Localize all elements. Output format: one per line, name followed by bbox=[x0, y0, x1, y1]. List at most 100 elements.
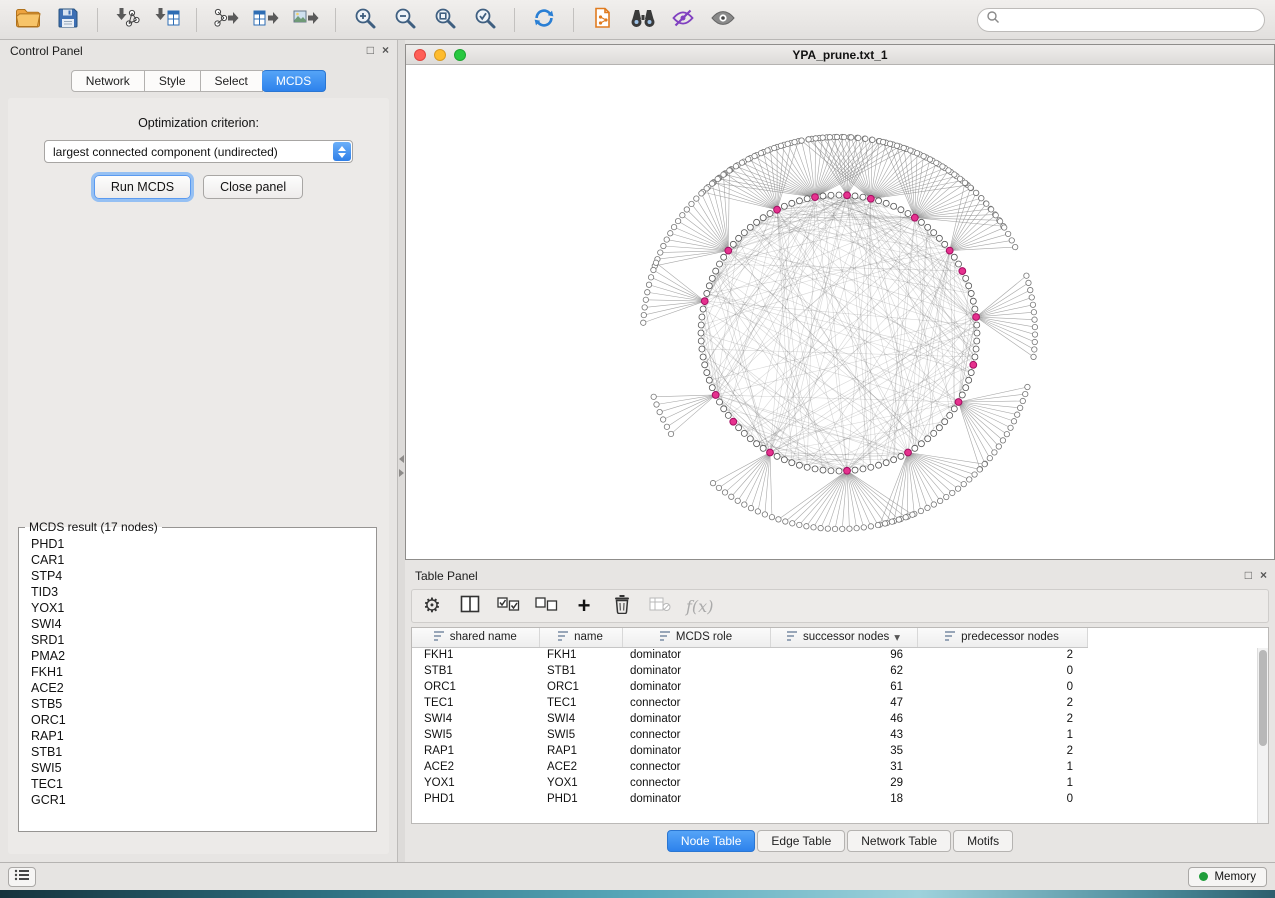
table-row[interactable]: ORC1ORC1dominator610 bbox=[412, 679, 1087, 695]
mcds-result-item[interactable]: SRD1 bbox=[31, 632, 376, 648]
control-panel-title: Control Panel bbox=[10, 44, 83, 58]
hide-selected-button[interactable] bbox=[665, 3, 701, 37]
tab-node-table[interactable]: Node Table bbox=[667, 830, 756, 852]
column-header-mcds-role[interactable]: MCDS role bbox=[622, 628, 770, 647]
network-canvas[interactable] bbox=[406, 65, 1274, 559]
table-scrollbar[interactable] bbox=[1257, 648, 1268, 823]
network-window-titlebar[interactable]: YPA_prune.txt_1 bbox=[406, 45, 1274, 65]
export-table-icon bbox=[253, 6, 279, 33]
task-history-button[interactable] bbox=[8, 867, 36, 887]
column-header-predecessor-nodes[interactable]: predecessor nodes bbox=[917, 628, 1087, 647]
mcds-result-list[interactable]: PHD1CAR1STP4TID3YOX1SWI4SRD1PMA2FKH1ACE2… bbox=[19, 534, 376, 831]
sort-icon bbox=[945, 631, 956, 644]
node-table: shared name name MCDS role successor nod… bbox=[412, 628, 1088, 807]
column-header-shared-name[interactable]: shared name bbox=[412, 628, 539, 647]
mcds-result-item[interactable]: GCR1 bbox=[31, 792, 376, 808]
table-row[interactable]: FKH1FKH1dominator962 bbox=[412, 647, 1087, 663]
open-folder-icon bbox=[15, 7, 41, 32]
float-icon[interactable]: □ bbox=[367, 42, 374, 58]
refresh-layout-button[interactable] bbox=[526, 3, 562, 37]
export-network-button[interactable] bbox=[208, 3, 244, 37]
export-table-button[interactable] bbox=[248, 3, 284, 37]
scrollbar-thumb[interactable] bbox=[1259, 650, 1267, 746]
tab-select[interactable]: Select bbox=[201, 70, 263, 92]
memory-button[interactable]: Memory bbox=[1188, 867, 1267, 887]
maximize-window-button[interactable] bbox=[454, 49, 466, 61]
mcds-result-item[interactable]: STB5 bbox=[31, 696, 376, 712]
tab-motifs[interactable]: Motifs bbox=[953, 830, 1013, 852]
save-session-button[interactable] bbox=[50, 3, 86, 37]
refresh-icon bbox=[531, 6, 557, 33]
mcds-result-item[interactable]: PHD1 bbox=[31, 536, 376, 552]
zoom-out-button[interactable] bbox=[387, 3, 423, 37]
sort-icon bbox=[787, 631, 798, 644]
mcds-result-item[interactable]: SWI4 bbox=[31, 616, 376, 632]
table-row[interactable]: ACE2ACE2connector311 bbox=[412, 759, 1087, 775]
zoom-selected-icon bbox=[473, 6, 497, 33]
add-column-button[interactable]: + bbox=[572, 592, 596, 620]
mcds-result-item[interactable]: TEC1 bbox=[31, 776, 376, 792]
tab-style[interactable]: Style bbox=[145, 70, 201, 92]
zoom-fit-button[interactable] bbox=[427, 3, 463, 37]
zoom-in-button[interactable] bbox=[347, 3, 383, 37]
mcds-result-item[interactable]: CAR1 bbox=[31, 552, 376, 568]
import-network-button[interactable] bbox=[109, 3, 145, 37]
tab-network[interactable]: Network bbox=[71, 70, 145, 92]
close-icon[interactable]: × bbox=[382, 42, 389, 58]
table-row[interactable]: STB1STB1dominator620 bbox=[412, 663, 1087, 679]
search-box[interactable] bbox=[977, 8, 1265, 32]
import-table-button[interactable] bbox=[149, 3, 185, 37]
table-row[interactable]: YOX1YOX1connector291 bbox=[412, 775, 1087, 791]
panel-splitter[interactable] bbox=[398, 40, 405, 862]
float-icon[interactable]: □ bbox=[1245, 567, 1252, 583]
open-session-button[interactable] bbox=[10, 3, 46, 37]
network-window-title: YPA_prune.txt_1 bbox=[792, 48, 887, 62]
status-bar: Memory bbox=[0, 862, 1275, 890]
table-row[interactable]: PHD1PHD1dominator180 bbox=[412, 791, 1087, 807]
column-header-name[interactable]: name bbox=[539, 628, 622, 647]
mcds-result-item[interactable]: RAP1 bbox=[31, 728, 376, 744]
chevron-down-icon[interactable]: ▾ bbox=[894, 630, 900, 644]
zoom-out-icon bbox=[393, 6, 417, 33]
tab-edge-table[interactable]: Edge Table bbox=[757, 830, 845, 852]
close-panel-button[interactable]: Close panel bbox=[203, 175, 303, 199]
search-input[interactable] bbox=[1005, 12, 1256, 28]
mcds-result-item[interactable]: SWI5 bbox=[31, 760, 376, 776]
show-all-button[interactable] bbox=[705, 3, 741, 37]
optimization-criterion-select[interactable]: largest connected component (undirected) bbox=[44, 140, 353, 163]
trash-icon bbox=[613, 594, 631, 619]
show-columns-button[interactable] bbox=[458, 592, 482, 620]
table-row[interactable]: SWI4SWI4dominator462 bbox=[412, 711, 1087, 727]
mcds-result-item[interactable]: ACE2 bbox=[31, 680, 376, 696]
mcds-result-item[interactable]: TID3 bbox=[31, 584, 376, 600]
toolbar-separator bbox=[514, 8, 515, 32]
table-row[interactable]: TEC1TEC1connector472 bbox=[412, 695, 1087, 711]
deselect-all-button[interactable] bbox=[534, 592, 558, 620]
close-window-button[interactable] bbox=[414, 49, 426, 61]
share-document-button[interactable] bbox=[585, 3, 621, 37]
mcds-result-item[interactable]: YOX1 bbox=[31, 600, 376, 616]
delete-column-button[interactable] bbox=[610, 592, 634, 620]
close-icon[interactable]: × bbox=[1260, 567, 1267, 583]
mcds-result-item[interactable]: ORC1 bbox=[31, 712, 376, 728]
select-all-button[interactable] bbox=[496, 592, 520, 620]
splitter-grip-icon[interactable] bbox=[398, 448, 405, 484]
mcds-result-box: MCDS result (17 nodes) PHD1CAR1STP4TID3Y… bbox=[18, 520, 377, 832]
zoom-selected-button[interactable] bbox=[467, 3, 503, 37]
mcds-result-item[interactable]: PMA2 bbox=[31, 648, 376, 664]
mcds-result-item[interactable]: STP4 bbox=[31, 568, 376, 584]
mcds-result-item[interactable]: FKH1 bbox=[31, 664, 376, 680]
find-binoculars-button[interactable] bbox=[625, 3, 661, 37]
import-network-icon bbox=[114, 6, 140, 33]
minimize-window-button[interactable] bbox=[434, 49, 446, 61]
mcds-result-item[interactable]: STB1 bbox=[31, 744, 376, 760]
column-header-successor-nodes[interactable]: successor nodes▾ bbox=[770, 628, 917, 647]
table-settings-button[interactable]: ⚙ bbox=[420, 592, 444, 620]
tab-mcds[interactable]: MCDS bbox=[262, 70, 326, 92]
export-image-button[interactable] bbox=[288, 3, 324, 37]
run-mcds-button[interactable]: Run MCDS bbox=[94, 175, 191, 199]
table-row[interactable]: SWI5SWI5connector431 bbox=[412, 727, 1087, 743]
tab-network-table[interactable]: Network Table bbox=[847, 830, 951, 852]
table-row[interactable]: RAP1RAP1dominator352 bbox=[412, 743, 1087, 759]
mcds-tab-content: Optimization criterion: largest connecte… bbox=[8, 98, 389, 854]
